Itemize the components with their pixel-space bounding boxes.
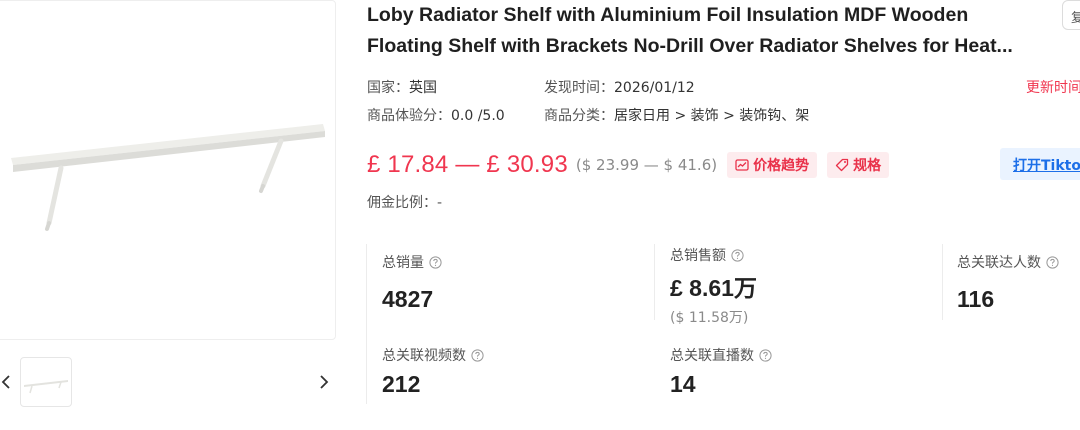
total-sales-value: 4827 — [382, 286, 434, 312]
stat-label: 总销售额 — [670, 245, 757, 265]
commission-info: 佣金比例：- — [367, 192, 442, 212]
total-revenue-value: £ 8.61万 — [670, 275, 757, 301]
question-circle-icon[interactable] — [759, 348, 772, 362]
found-date-info: 发现时间：2026/01/12 — [544, 77, 695, 97]
question-circle-icon[interactable] — [1046, 255, 1059, 269]
rating-info: 商品体验分：0.0 /5.0 — [367, 105, 505, 125]
price-trend-button[interactable]: 价格趋势 — [727, 152, 818, 178]
spec-label: 规格 — [853, 158, 882, 174]
spec-button[interactable]: 规格 — [827, 152, 890, 178]
category-label: 商品分类： — [544, 108, 614, 124]
stat-label: 总销量 — [382, 252, 442, 272]
price-row: £ 17.84 — £ 30.93 ($ 23.99 — $ 41.6) 价格趋… — [367, 148, 890, 182]
copy-button[interactable]: 复 — [1062, 0, 1080, 30]
stat-influencers: 总关联达人数 116 — [957, 252, 1059, 313]
total-revenue-label: 总销售额 — [670, 248, 726, 264]
category-info: 商品分类：居家日用 > 装饰 > 装饰钩、架 — [544, 105, 809, 125]
product-title: Loby Radiator Shelf with Aluminium Foil … — [367, 0, 1047, 62]
shelf-illustration — [11, 124, 325, 231]
question-circle-icon[interactable] — [471, 348, 484, 362]
commission-value: - — [437, 195, 443, 211]
question-circle-icon[interactable] — [429, 255, 442, 269]
stat-label: 总关联直播数 — [670, 345, 772, 365]
next-image-button[interactable] — [314, 370, 334, 394]
stat-total-sales: 总销量 4827 — [382, 252, 442, 313]
question-circle-icon[interactable] — [731, 248, 744, 262]
update-time-link[interactable]: 更新时间 — [1026, 77, 1080, 97]
stat-total-revenue: 总销售额 £ 8.61万 ($ 11.58万) — [670, 245, 757, 327]
rating-label: 商品体验分： — [367, 108, 451, 124]
product-title-line-2: Floating Shelf with Brackets No-Drill Ov… — [367, 35, 1013, 57]
chart-icon — [735, 158, 749, 171]
country-value: 英国 — [409, 80, 437, 96]
thumbnail-image[interactable] — [20, 357, 72, 407]
videos-value: 212 — [382, 371, 421, 397]
stat-label: 总关联视频数 — [382, 345, 484, 365]
country-label: 国家： — [367, 80, 409, 96]
influencers-label: 总关联达人数 — [957, 255, 1041, 271]
price-usd: ($ 23.99 — $ 41.6) — [575, 156, 718, 174]
price-gbp: £ 17.84 — £ 30.93 — [367, 151, 568, 178]
product-title-line-1: Loby Radiator Shelf with Aluminium Foil … — [367, 4, 969, 26]
stat-videos: 总关联视频数 212 — [382, 345, 484, 398]
found-date-value: 2026/01/12 — [614, 80, 695, 96]
livestreams-value: 14 — [670, 371, 696, 397]
country-info: 国家：英国 — [367, 77, 437, 97]
videos-label: 总关联视频数 — [382, 348, 466, 364]
total-sales-label: 总销量 — [382, 255, 424, 271]
tag-icon — [835, 158, 849, 172]
shelf-thumbnail — [24, 380, 68, 394]
stat-livestreams: 总关联直播数 14 — [670, 345, 772, 398]
category-value: 居家日用 > 装饰 > 装饰钩、架 — [614, 108, 810, 124]
influencers-value: 116 — [957, 286, 995, 312]
stats-divider-right — [942, 244, 943, 320]
prev-image-button[interactable] — [0, 370, 16, 394]
product-main-image[interactable] — [0, 0, 336, 340]
rating-value: 0.0 /5.0 — [451, 108, 505, 124]
copy-button-label: 复 — [1071, 11, 1080, 26]
stats-divider-left — [366, 244, 367, 404]
chevron-left-icon — [1, 375, 10, 389]
livestreams-label: 总关联直播数 — [670, 348, 754, 364]
commission-label: 佣金比例： — [367, 195, 437, 211]
total-revenue-usd: ($ 11.58万) — [670, 310, 749, 326]
stat-label: 总关联达人数 — [957, 252, 1059, 272]
price-trend-label: 价格趋势 — [753, 158, 810, 174]
stats-divider-mid — [654, 244, 655, 320]
chevron-right-icon — [320, 375, 329, 389]
found-date-label: 发现时间： — [544, 80, 614, 96]
open-tiktok-button[interactable]: 打开Tiktok — [1000, 148, 1080, 180]
